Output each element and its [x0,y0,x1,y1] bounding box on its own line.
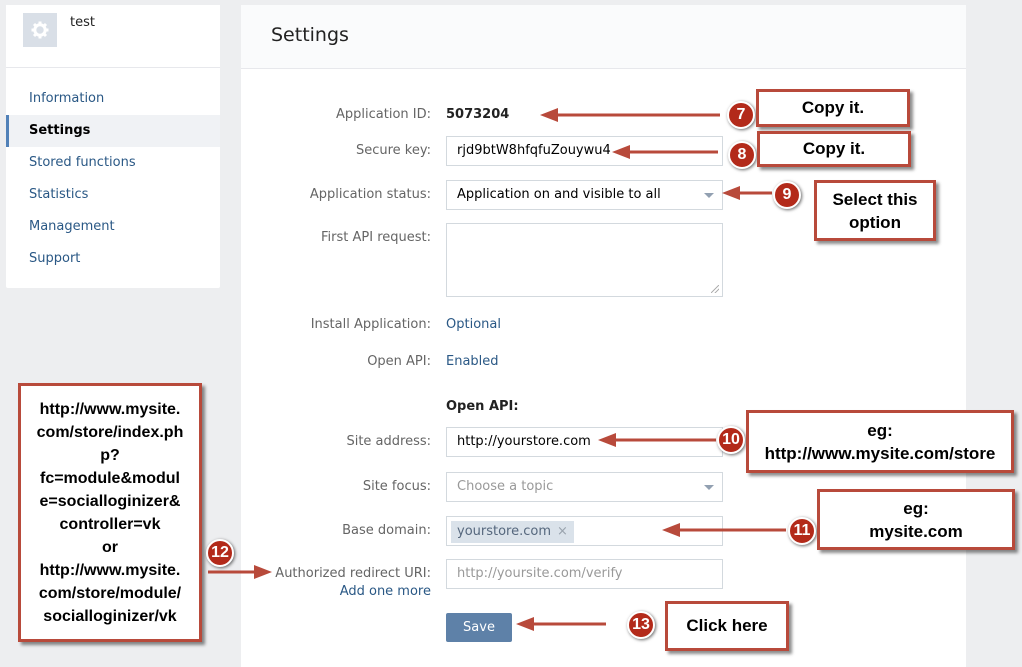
step-11-line-2: mysite.com [869,521,963,541]
step-11-badge: 11 [788,517,816,545]
sidebar-nav: Information Settings Stored functions St… [6,68,220,288]
sidebar-item-support[interactable]: Support [6,243,220,275]
step-9-line-1: Select this [832,189,918,209]
step-12-badge: 12 [206,539,234,567]
step-10-line-1: eg: [867,420,893,440]
step-12-line: com/store/module/ [38,584,182,602]
sidebar-item-settings[interactable]: Settings [6,115,220,147]
settings-panel-header [241,5,966,69]
base-domain-tag-text: yourstore.com [457,524,552,539]
save-button[interactable]: Save [446,613,512,642]
sidebar-item-information[interactable]: Information [6,83,220,115]
gear-icon-shape [31,21,49,39]
gear-icon [23,13,57,47]
secure-key-label: Secure key: [355,143,431,158]
base-domain-label: Base domain: [342,523,431,538]
site-focus-label: Site focus: [362,479,431,494]
step-10-badge: 10 [717,426,745,454]
step-7-badge: 7 [727,101,755,129]
site-address-field[interactable]: http://yourstore.com [446,427,723,457]
step-13-note: Click here [665,601,789,651]
chevron-down-icon [704,485,714,490]
base-domain-tag: yourstore.com × [451,521,574,543]
step-10-line-2: http://www.mysite.com/store [764,443,996,463]
step-12-line: http://www.mysite. [39,561,181,579]
close-icon[interactable]: × [557,524,568,539]
step-12-line: controller=vk [59,515,161,533]
step-9-badge: 9 [773,181,801,209]
step-13-badge: 13 [627,611,655,639]
sidebar-item-management[interactable]: Management [6,211,220,243]
application-id-value: 5073204 [446,107,510,122]
step-12-line: fc=module&modul [39,469,180,487]
step-7-note: Copy it. [756,89,910,127]
step-11-note: eg: mysite.com [817,489,1015,550]
first-api-request-label: First API request: [321,230,431,245]
step-12-line: http://www.mysite. [39,400,181,418]
chevron-down-icon [704,193,714,198]
redirect-uri-field[interactable]: http://yoursite.com/verify [446,559,723,589]
step-8-badge: 8 [728,141,756,169]
step-10-note: eg: http://www.mysite.com/store [746,410,1014,473]
first-api-request-textarea[interactable] [446,223,723,297]
step-12-line: or [102,538,118,556]
sidebar-item-statistics[interactable]: Statistics [6,179,220,211]
sidebar-item-stored-functions[interactable]: Stored functions [6,147,220,179]
base-domain-field[interactable]: yourstore.com × [446,516,723,546]
application-status-label: Application status: [309,187,431,202]
site-address-label: Site address: [346,434,431,449]
step-11-line-1: eg: [903,498,929,518]
step-12-note: http://www.mysite. com/store/index.ph p?… [18,383,202,642]
site-focus-placeholder: Choose a topic [457,479,554,494]
application-status-select[interactable]: Application on and visible to all [446,180,723,210]
install-application-label: Install Application: [310,317,431,332]
application-status-value: Application on and visible to all [457,187,661,202]
step-12-line: com/store/index.ph [36,423,184,441]
secure-key-field[interactable]: rjd9btW8hfqfuZouywu4 [446,136,723,166]
step-12-line: socialloginizer/vk [43,607,177,625]
step-12-line: p? [100,446,120,464]
page-title: Settings [271,24,349,46]
step-9-line-2: option [849,212,901,232]
resize-handle-icon[interactable] [711,285,719,293]
step-12-line: e=socialloginizer& [39,492,181,510]
install-application-link[interactable]: Optional [446,317,501,332]
step-9-note: Select this option [814,180,936,241]
add-one-more-link[interactable]: Add one more [340,584,431,599]
open-api-heading: Open API: [446,399,519,414]
step-8-note: Copy it. [757,131,911,167]
open-api-link[interactable]: Enabled [446,354,499,369]
site-focus-select[interactable]: Choose a topic [446,472,723,502]
redirect-uri-label: Authorized redirect URI: [275,566,431,581]
application-id-label: Application ID: [336,107,431,122]
open-api-label: Open API: [367,354,431,369]
app-name: test [70,15,95,30]
